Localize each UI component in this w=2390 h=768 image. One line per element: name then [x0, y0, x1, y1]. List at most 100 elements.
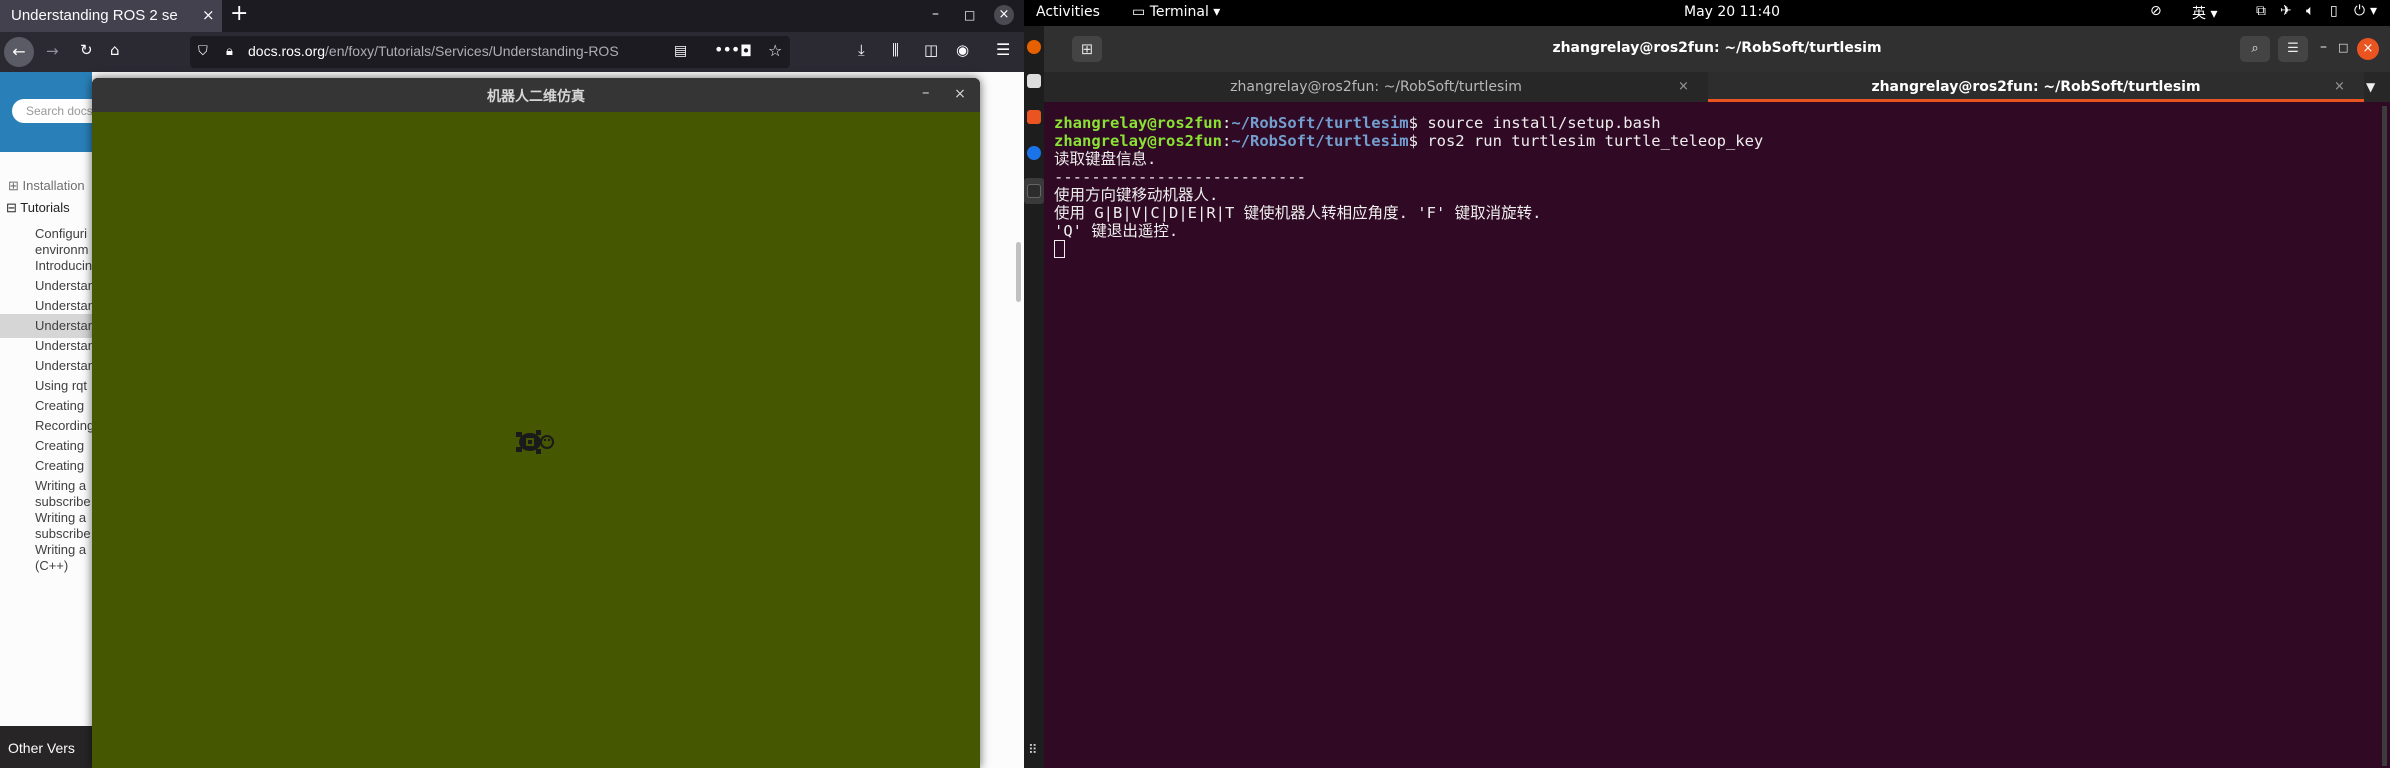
sidebar-icon[interactable]: ◫	[924, 41, 938, 59]
sidebar-item[interactable]: Recording	[35, 418, 92, 434]
tab-close-icon[interactable]: ×	[1678, 72, 1689, 102]
terminal-minimize-button[interactable]: –	[2320, 39, 2327, 55]
menu-icon[interactable]: ☰	[996, 40, 1010, 59]
sidebar-item[interactable]: Understan	[35, 338, 92, 354]
turtlesim-close-button[interactable]: ×	[950, 84, 970, 104]
sidebar-item-label: subscribe	[35, 526, 91, 541]
sidebar-item[interactable]: Writing a subscribe	[35, 510, 91, 542]
sidebar-item[interactable]: Understan	[35, 318, 92, 334]
hamburger-menu-icon[interactable]: ☰	[2278, 36, 2308, 62]
sidebar-item[interactable]: Understan	[35, 358, 92, 374]
files-dock-icon[interactable]	[1027, 74, 1041, 88]
sidebar-item-label: Using rqt	[35, 378, 88, 393]
terminal-output[interactable]: zhangrelay@ros2fun:~/RobSoft/turtlesim$ …	[1054, 114, 2374, 259]
tab-bar: Understanding ROS 2 se × + – □ ×	[0, 0, 1024, 32]
tracking-shield-icon[interactable]: ⛉	[198, 44, 208, 59]
terminal-line: 使用 G|B|V|C|D|E|R|T 键使机器人转相应角度. 'F' 键取消旋转…	[1054, 204, 1542, 222]
sidebar-item-installation[interactable]: ⊞ Installation	[8, 178, 92, 194]
sidebar-item-label: Understan	[35, 318, 92, 333]
terminal-maximize-button[interactable]: □	[2338, 41, 2348, 54]
terminal-cursor	[1054, 240, 1065, 258]
tab-close-icon[interactable]: ×	[202, 6, 215, 24]
terminal-line: zhangrelay@ros2fun:~/RobSoft/turtlesim$ …	[1054, 114, 1661, 132]
reload-icon[interactable]: ↻	[80, 41, 93, 59]
turtlesim-titlebar[interactable]: 机器人二维仿真 – ×	[92, 78, 980, 112]
pocket-icon[interactable]: ◘	[740, 42, 752, 60]
dock: ⠿	[1024, 26, 1044, 768]
search-icon[interactable]: ⌕	[2240, 36, 2270, 62]
turtlesim-title: 机器人二维仿真	[487, 89, 585, 105]
sidebar-item[interactable]: Creating	[35, 458, 84, 474]
system-menu-chevron-icon[interactable]: ▾	[2370, 3, 2377, 19]
app-menu[interactable]: ▭ Terminal ▾	[1132, 4, 1220, 20]
sidebar-item-label: Configuri	[35, 226, 88, 241]
terminal-app-icon: ▭	[1132, 4, 1146, 20]
sidebar-item[interactable]: Writing a subscribe	[35, 478, 91, 510]
terminal-line: 使用方向键移动机器人.	[1054, 186, 1219, 204]
show-apps-icon[interactable]: ⠿	[1028, 744, 1038, 757]
input-method[interactable]: 英 ▾	[2192, 3, 2217, 23]
terminal-close-button[interactable]: ×	[2357, 38, 2379, 60]
close-button[interactable]: ×	[994, 5, 1014, 25]
sidebar-item[interactable]: Writing a (C++)	[35, 542, 86, 574]
terminal-line: 读取键盘信息.	[1054, 150, 1157, 168]
browser-tab[interactable]: Understanding ROS 2 se ×	[0, 0, 222, 32]
page-actions-icon[interactable]: •••	[714, 40, 740, 59]
sidebar-item-label: Creating	[35, 398, 85, 413]
sidebar-item[interactable]: Creating	[35, 438, 84, 454]
url-text[interactable]: docs.ros.org/en/foxy/Tutorials/Services/…	[248, 43, 668, 59]
tabs-menu-chevron-icon[interactable]: ▼	[2366, 72, 2375, 102]
versions-footer[interactable]: Other Vers	[0, 726, 92, 768]
maximize-button[interactable]: □	[964, 8, 975, 22]
turtlesim-canvas[interactable]	[92, 112, 980, 768]
network-icon[interactable]: ⧉	[2256, 3, 2266, 19]
update-icon[interactable]: ⊘	[2150, 3, 2162, 19]
sidebar-item-label: Recording	[35, 418, 92, 433]
sidebar-item-label: environm	[35, 242, 89, 257]
sidebar-item[interactable]: Understan	[35, 298, 92, 314]
sidebar-item-label: Understan	[35, 278, 92, 293]
help-dock-icon[interactable]	[1027, 146, 1041, 160]
airplane-icon[interactable]: ✈	[2280, 3, 2292, 19]
terminal-line: ---------------------------	[1054, 168, 1306, 186]
page-scrollbar[interactable]	[1016, 242, 1021, 302]
url-bar[interactable]: ⛉ 🔒︎ docs.ros.org/en/foxy/Tutorials/Serv…	[190, 36, 790, 68]
tab-close-icon[interactable]: ×	[2334, 72, 2345, 102]
terminal-scrollbar[interactable]	[2382, 106, 2387, 766]
downloads-icon[interactable]: ⤓	[858, 41, 865, 59]
sidebar-item-label: Creating	[35, 458, 85, 473]
library-icon[interactable]: ⫼	[892, 41, 899, 59]
new-tab-button[interactable]: +	[230, 1, 248, 26]
sidebar-item-label: Understan	[35, 358, 92, 373]
minimize-button[interactable]: –	[932, 6, 939, 22]
battery-icon[interactable]: ▯	[2330, 3, 2338, 19]
power-icon[interactable]: ⏻	[2354, 3, 2365, 19]
sidebar-item[interactable]: Understan	[35, 278, 92, 294]
terminal-tab-active[interactable]: zhangrelay@ros2fun: ~/RobSoft/turtlesim …	[1708, 72, 2364, 102]
sidebar-item-tutorials[interactable]: ⊟ Tutorials	[6, 200, 92, 216]
clock[interactable]: May 20 11:40	[1684, 4, 1780, 20]
home-icon[interactable]: ⌂	[110, 41, 120, 59]
sidebar-item-label: (C++)	[35, 558, 69, 573]
activities-button[interactable]: Activities	[1036, 4, 1100, 20]
sidebar-item-label: Understan	[35, 338, 92, 353]
back-button[interactable]: ←	[4, 37, 34, 67]
forward-icon[interactable]: →	[46, 42, 59, 60]
reader-view-icon[interactable]: ▤	[674, 43, 687, 59]
sidebar-item[interactable]: Using rqt	[35, 378, 87, 394]
terminal-tab[interactable]: zhangrelay@ros2fun: ~/RobSoft/turtlesim …	[1044, 72, 1708, 102]
terminal-window: ⊞ zhangrelay@ros2fun: ~/RobSoft/turtlesi…	[1044, 26, 2390, 768]
sidebar-item[interactable]: Creating	[35, 398, 84, 414]
sidebar-item-label: Introducin	[35, 258, 92, 273]
turtlesim-minimize-button[interactable]: –	[922, 83, 930, 101]
tab-title: Understanding ROS 2 se	[11, 7, 178, 24]
software-dock-icon[interactable]	[1027, 110, 1041, 124]
sidebar-item[interactable]: Configuri environm	[35, 226, 88, 258]
account-icon[interactable]: ◉	[956, 41, 969, 59]
firefox-window: Understanding ROS 2 se × + – □ × ← → ↻ ⌂…	[0, 0, 1024, 768]
lock-icon[interactable]: 🔒︎	[226, 44, 233, 59]
volume-icon[interactable]: 🔈︎	[2306, 3, 2314, 19]
terminal-headerbar[interactable]: ⊞ zhangrelay@ros2fun: ~/RobSoft/turtlesi…	[1044, 26, 2390, 72]
bookmark-star-icon[interactable]: ☆	[768, 41, 782, 60]
sidebar-item[interactable]: Introducin	[35, 258, 92, 274]
